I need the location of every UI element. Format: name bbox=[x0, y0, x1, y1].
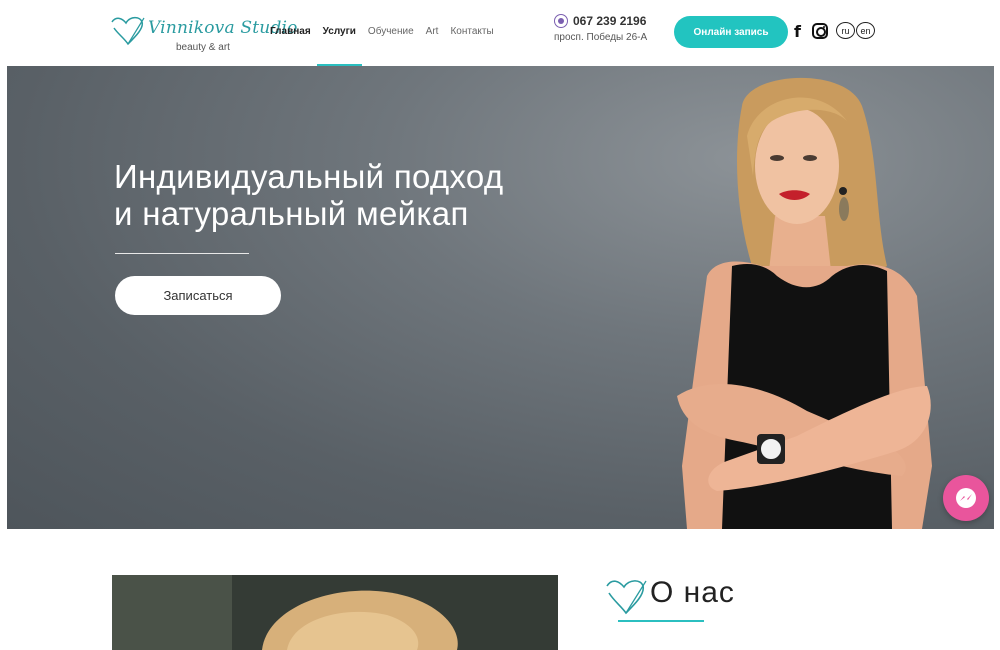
heart-logo-icon bbox=[606, 580, 647, 615]
about-photo bbox=[112, 575, 558, 650]
viber-icon[interactable] bbox=[554, 14, 568, 28]
site-header: Vinnikova Studio beauty & art Главная Ус… bbox=[0, 0, 1000, 67]
brand-logo[interactable]: Vinnikova Studio beauty & art bbox=[110, 12, 297, 56]
address-text: просп. Победы 26-А bbox=[554, 32, 648, 43]
messenger-chat-button[interactable] bbox=[943, 475, 989, 521]
nav-item-home[interactable]: Главная bbox=[270, 26, 311, 66]
main-nav: Главная Услуги Обучение Art Контакты bbox=[270, 26, 506, 67]
hero-banner: Индивидуальный подход и натуральный мейк… bbox=[7, 66, 994, 529]
contact-block: 067 239 2196 просп. Победы 26-А bbox=[554, 14, 647, 43]
nav-item-training[interactable]: Обучение bbox=[368, 26, 414, 66]
hero-divider bbox=[115, 253, 249, 254]
heart-logo-icon bbox=[111, 16, 145, 46]
hero-title-line-1: Индивидуальный подход bbox=[114, 158, 504, 195]
instagram-icon[interactable] bbox=[812, 23, 828, 39]
phone-number[interactable]: 067 239 2196 bbox=[573, 14, 646, 28]
facebook-icon[interactable]: f bbox=[794, 22, 801, 41]
language-en[interactable]: en bbox=[856, 22, 875, 39]
brand-subtitle: beauty & art bbox=[176, 42, 230, 53]
nav-item-services[interactable]: Услуги bbox=[316, 26, 363, 67]
online-booking-button[interactable]: Онлайн запись bbox=[674, 16, 788, 48]
model-portrait bbox=[677, 77, 932, 529]
hero-title: Индивидуальный подход и натуральный мейк… bbox=[114, 158, 503, 232]
language-ru[interactable]: ru bbox=[836, 22, 855, 39]
hero-title-line-2: и натуральный мейкап bbox=[114, 195, 469, 232]
messenger-icon bbox=[956, 488, 976, 508]
about-underline bbox=[618, 620, 704, 622]
nav-item-art[interactable]: Art bbox=[426, 26, 439, 66]
signup-button[interactable]: Записаться bbox=[115, 276, 281, 315]
nav-item-contacts[interactable]: Контакты bbox=[450, 26, 493, 66]
about-title: О нас bbox=[650, 576, 735, 609]
